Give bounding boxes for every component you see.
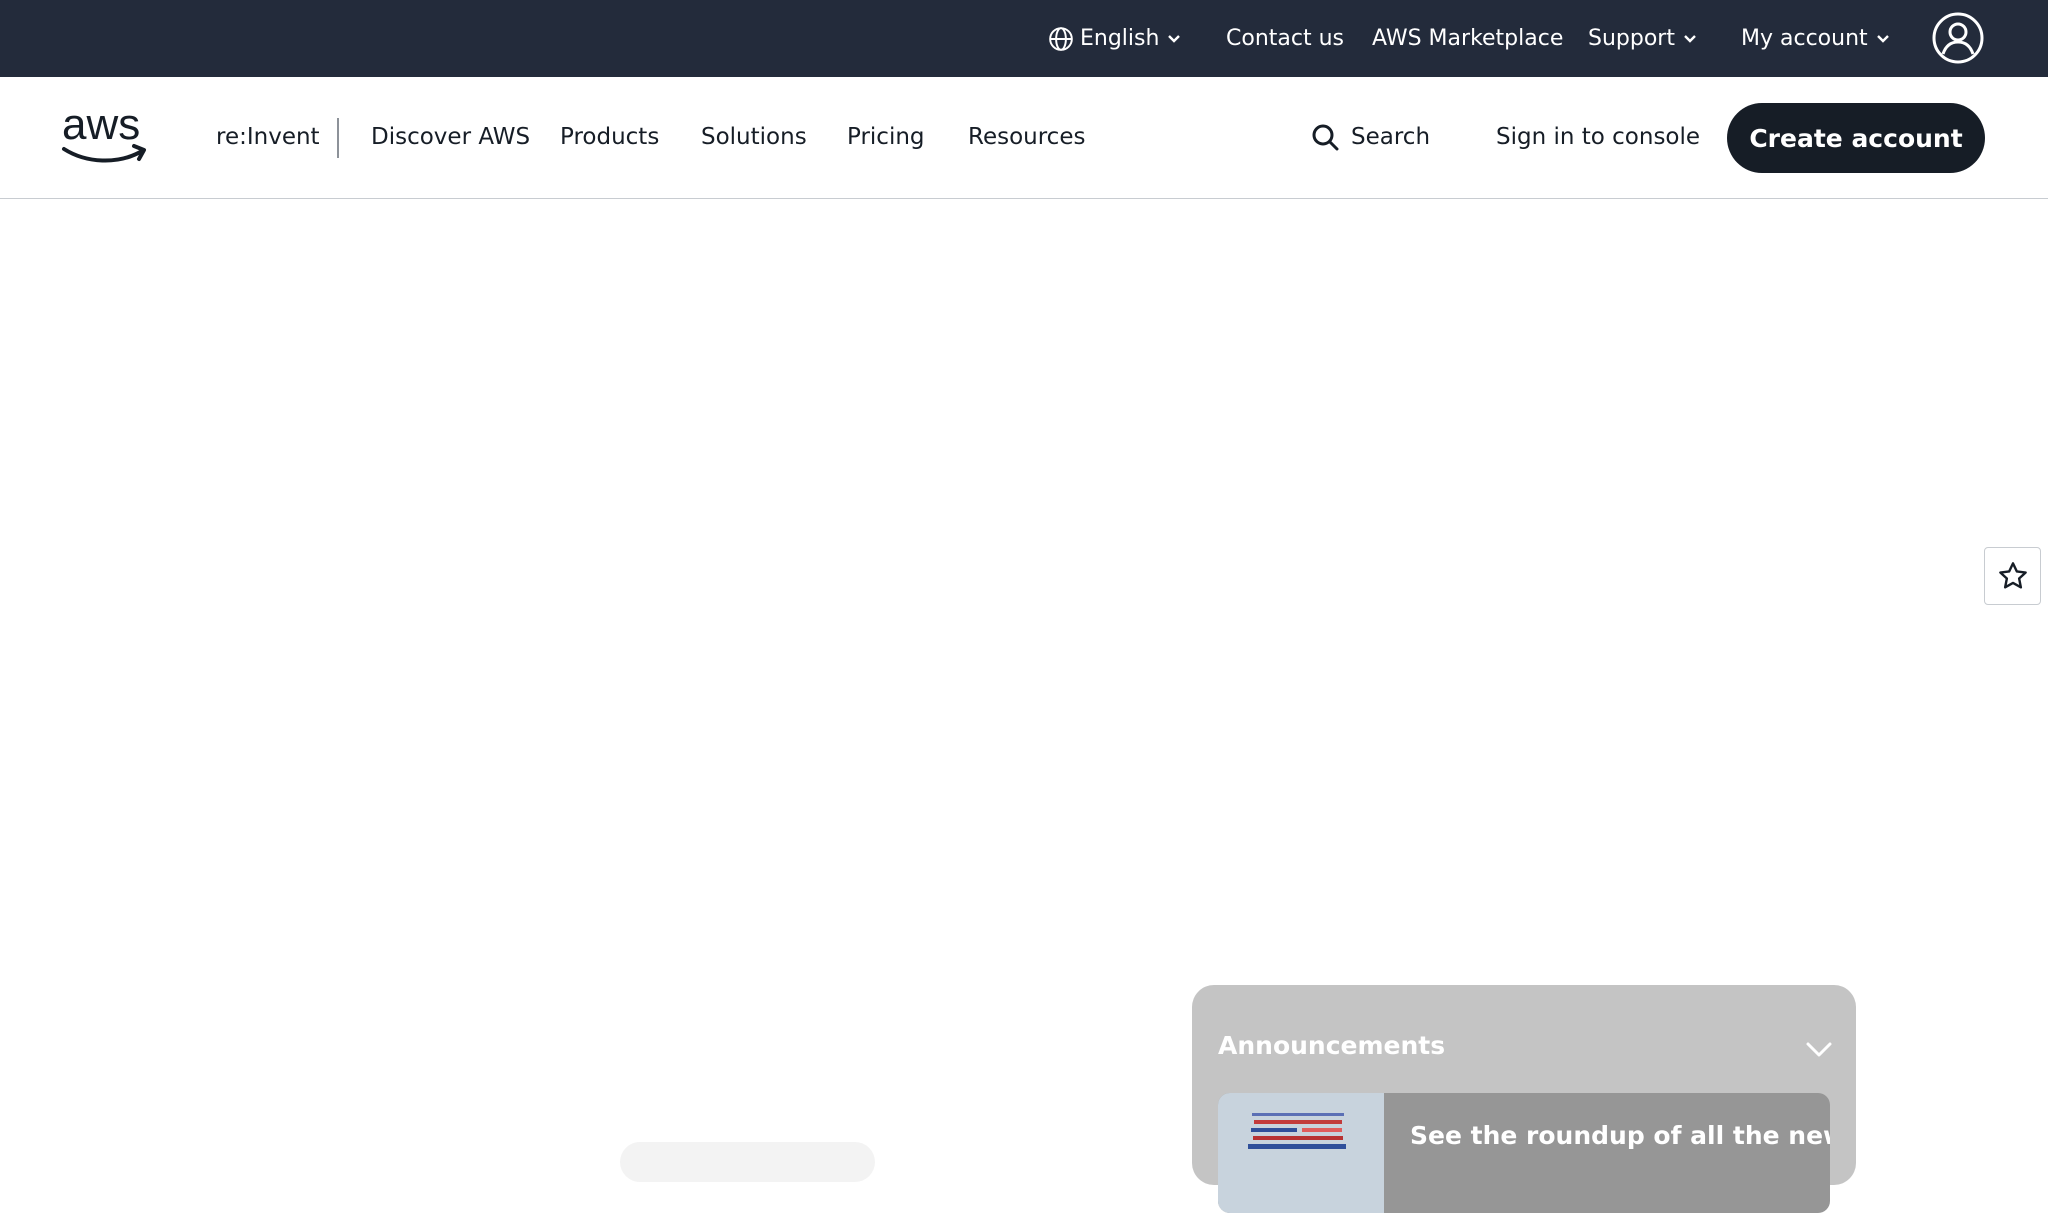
- support-label: Support: [1588, 26, 1675, 51]
- announcement-card[interactable]: See the roundup of all the new: [1218, 1093, 1830, 1213]
- announcements-panel: Announcements See the roundup of all the…: [1192, 985, 1856, 1213]
- chevron-down-icon: [1876, 34, 1890, 44]
- search-label: Search: [1351, 124, 1431, 150]
- profile-button[interactable]: [1932, 12, 1984, 64]
- user-icon: [1932, 12, 1984, 64]
- nav-divider: [337, 118, 339, 158]
- chevron-down-icon: [1683, 34, 1697, 44]
- nav-item-solutions[interactable]: Solutions: [701, 77, 807, 197]
- nav-item-reinvent[interactable]: re:Invent: [216, 77, 320, 197]
- contact-us-link[interactable]: Contact us: [1226, 0, 1344, 77]
- star-icon: [1998, 562, 2027, 589]
- language-label: English: [1080, 26, 1160, 51]
- globe-icon: [1049, 26, 1073, 51]
- nav-item-discover-aws[interactable]: Discover AWS: [371, 77, 530, 197]
- announcement-text: See the roundup of all the new: [1410, 1121, 1830, 1150]
- collapse-toggle[interactable]: [1804, 1037, 1834, 1061]
- hero-button-placeholder: [620, 1142, 875, 1182]
- nav-item-resources[interactable]: Resources: [968, 77, 1085, 197]
- create-account-button[interactable]: Create account: [1727, 103, 1985, 173]
- announcement-thumbnail: [1218, 1093, 1384, 1213]
- svg-text:aws: aws: [62, 105, 140, 149]
- sign-in-console-link[interactable]: Sign in to console: [1496, 77, 1700, 197]
- search-icon: [1312, 124, 1339, 151]
- my-account-label: My account: [1741, 26, 1868, 51]
- utility-bar: English Contact us AWS Marketplace Suppo…: [0, 0, 2048, 77]
- aws-marketplace-link[interactable]: AWS Marketplace: [1372, 0, 1563, 77]
- support-menu[interactable]: Support: [1588, 0, 1697, 77]
- chevron-down-icon: [1167, 34, 1181, 44]
- favorite-button[interactable]: [1984, 547, 2041, 605]
- announcements-title: Announcements: [1218, 1031, 1446, 1060]
- chevron-down-icon: [1806, 1042, 1832, 1057]
- aws-logo[interactable]: aws: [60, 100, 156, 167]
- language-selector[interactable]: English: [1048, 0, 1181, 77]
- search-button[interactable]: Search: [1311, 77, 1430, 197]
- nav-item-pricing[interactable]: Pricing: [847, 77, 925, 197]
- nav-item-products[interactable]: Products: [560, 77, 659, 197]
- my-account-menu[interactable]: My account: [1741, 0, 1890, 77]
